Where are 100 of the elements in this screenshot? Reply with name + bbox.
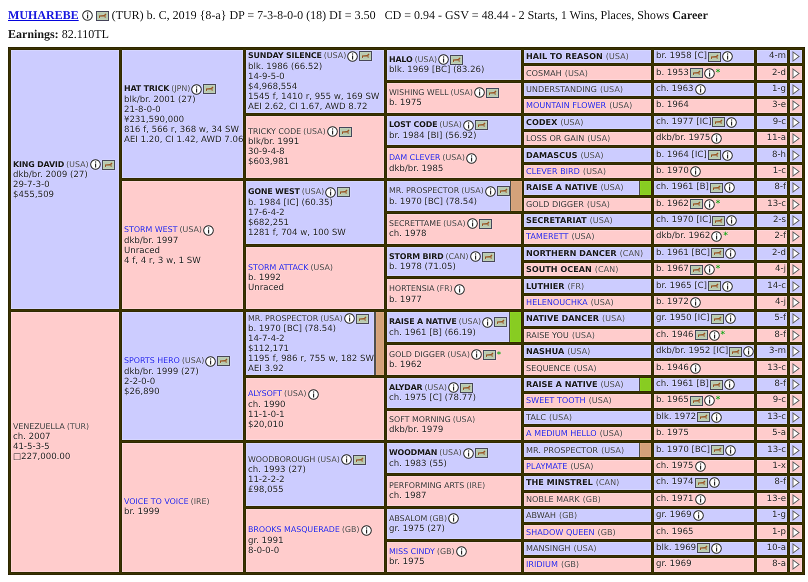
horse-name[interactable]: RAISE YOU [526,328,569,342]
horse-name[interactable]: SEQUENCE [526,362,570,375]
horse-name[interactable]: NORTHERN DANCER [526,246,617,260]
info-icon[interactable] [711,542,722,554]
photo-icon[interactable] [496,186,510,196]
photo-icon[interactable] [690,68,703,78]
photo-icon[interactable] [482,252,494,262]
info-icon[interactable] [690,362,701,374]
info-icon[interactable] [711,231,722,242]
photo-icon[interactable] [482,350,496,360]
photo-icon[interactable] [710,248,724,258]
horse-name[interactable]: HELENOUCHKA [526,296,588,310]
horse-name[interactable]: NATIVE DANCER [526,312,600,326]
horse-name[interactable]: RAISE A NATIVE [526,181,598,194]
horse-name[interactable]: RAISE A NATIVE [526,378,598,391]
horse-name[interactable]: TALC [526,410,546,424]
info-icon[interactable] [704,68,715,79]
info-icon[interactable] [344,313,355,324]
photo-icon[interactable] [697,543,710,554]
info-icon[interactable] [462,120,474,131]
info-icon[interactable] [722,280,733,292]
info-icon[interactable] [692,510,704,522]
info-icon[interactable] [474,87,486,98]
horse-name[interactable]: PLAYMATE [526,460,568,473]
info-icon[interactable] [743,346,754,358]
photo-icon[interactable] [729,346,742,357]
photo-icon[interactable] [710,445,724,456]
info-icon[interactable] [326,126,338,138]
info-icon[interactable] [462,448,474,459]
info-icon[interactable] [722,150,733,161]
photo-icon[interactable] [460,382,473,393]
photo-icon[interactable] [474,120,488,130]
info-icon[interactable] [711,412,722,423]
photo-icon[interactable] [690,396,703,406]
photo-icon[interactable] [494,317,508,328]
photo-icon[interactable] [694,330,708,340]
photo-icon[interactable] [690,199,703,210]
info-icon[interactable] [704,264,715,276]
photo-icon[interactable] [710,182,723,193]
photo-icon[interactable] [486,88,500,98]
photo-icon[interactable] [217,356,230,366]
info-icon[interactable] [724,444,736,456]
info-icon[interactable] [690,297,701,308]
photo-icon[interactable] [710,314,724,324]
info-icon[interactable] [704,198,715,210]
horse-title[interactable]: MUHAREBE [8,6,79,25]
photo-icon[interactable] [708,52,721,62]
horse-name[interactable]: A MEDIUM HELLO [526,427,597,440]
horse-name[interactable]: NASHUA [526,345,564,358]
info-icon[interactable] [466,218,478,230]
horse-name[interactable]: SWEET TOOTH [526,394,586,408]
horse-name[interactable]: SOUTH OCEAN [526,263,592,276]
horse-name[interactable]: IRIDIUM [526,558,558,572]
info-icon[interactable] [205,356,216,367]
photo-icon[interactable] [690,264,703,275]
horse-name[interactable]: GOLD DIGGER [526,198,584,211]
info-icon[interactable] [456,546,467,558]
horse-name[interactable]: NOBLE MARK [526,492,580,506]
photo-icon[interactable] [697,412,710,422]
horse-name[interactable]: SECRETARIAT [526,214,587,228]
photo-icon[interactable] [708,281,721,292]
info-icon[interactable] [202,224,214,236]
info-icon[interactable] [711,133,722,144]
info-icon[interactable] [694,84,706,95]
info-icon[interactable] [360,524,372,536]
horse-name[interactable]: CODEX [526,116,558,129]
photo-icon[interactable] [478,218,492,229]
horse-name[interactable]: ABWAH [526,509,556,522]
info-icon[interactable] [690,166,701,177]
horse-name[interactable]: HAIL TO REASON [526,50,603,64]
info-icon[interactable] [191,84,202,95]
photo-icon[interactable] [712,216,726,226]
photo-icon[interactable] [710,380,723,390]
horse-name[interactable]: UNDERSTANDING [526,82,597,96]
photo-icon[interactable] [694,478,708,488]
info-icon[interactable] [470,349,482,360]
horse-name[interactable]: MOUNTAIN FLOWER [526,99,606,112]
info-icon[interactable] [726,215,738,226]
horse-name[interactable]: DAMASCUS [526,148,578,162]
info-icon[interactable] [90,159,101,170]
info-icon[interactable] [708,477,720,488]
info-icon[interactable] [308,388,319,400]
info-icon[interactable] [325,186,336,198]
photo-icon[interactable] [356,314,369,324]
info-icon[interactable] [694,460,706,472]
info-icon[interactable] [722,51,733,62]
info-icon[interactable] [724,379,735,390]
info-icon[interactable] [726,116,738,128]
info-icon[interactable] [82,10,93,21]
info-icon[interactable] [470,251,480,262]
photo-icon[interactable] [352,454,366,465]
photo-icon[interactable] [708,150,721,160]
horse-name[interactable]: THE MINSTREL [526,476,593,490]
info-icon[interactable] [454,284,465,295]
photo-icon[interactable] [450,54,464,65]
horse-name[interactable]: CLEVER BIRD [526,164,580,178]
info-icon[interactable] [466,152,477,164]
photo-icon[interactable] [338,126,352,137]
photo-icon[interactable] [474,448,488,458]
info-icon[interactable] [340,454,352,466]
